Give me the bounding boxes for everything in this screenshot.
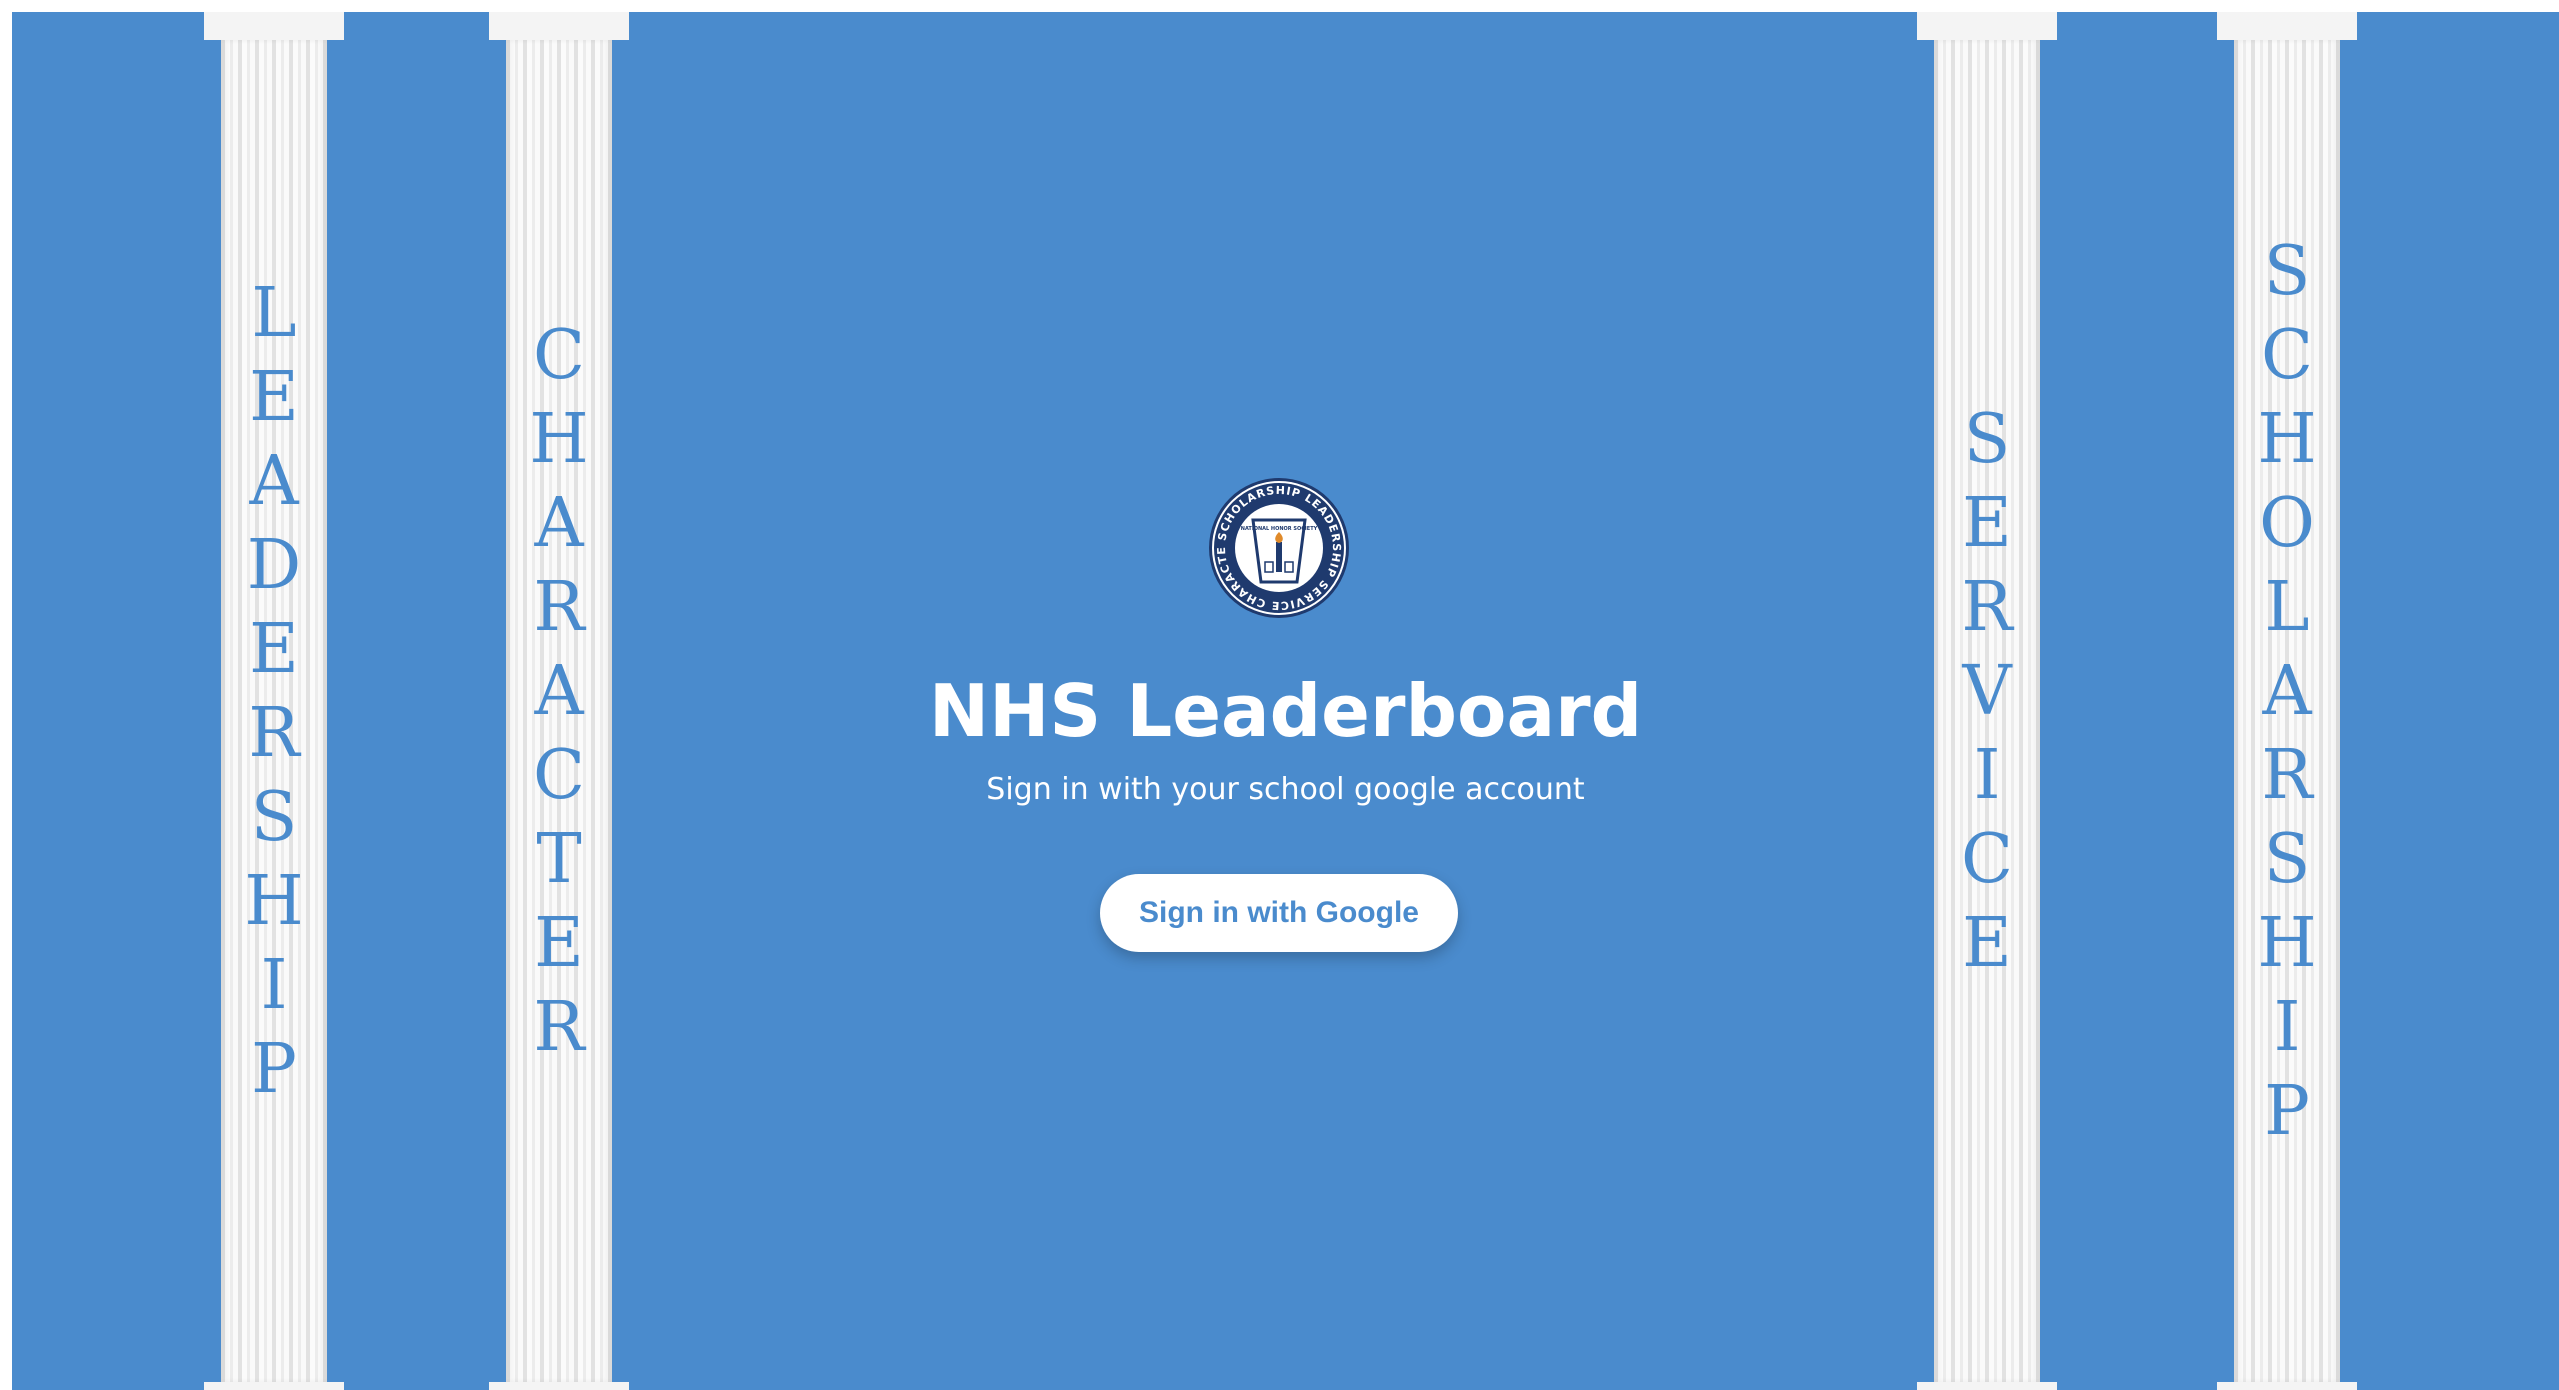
login-panel: SCHOLARSHIP LEADERSHIP SERVICE CHARACTER… bbox=[12, 12, 2559, 1390]
logo-inner-text: NATIONAL HONOR SOCIETY bbox=[1241, 526, 1318, 532]
nhs-logo: SCHOLARSHIP LEADERSHIP SERVICE CHARACTER… bbox=[1207, 476, 1349, 618]
page-subtitle: Sign in with your school google account bbox=[986, 772, 1585, 807]
google-signin-button[interactable]: Sign in with Google bbox=[1100, 874, 1458, 952]
page-title: NHS Leaderboard bbox=[928, 669, 1643, 753]
page-background: LEADERSHIP CHARACTER SERVICE SCHOLARSHIP bbox=[12, 12, 2559, 1390]
